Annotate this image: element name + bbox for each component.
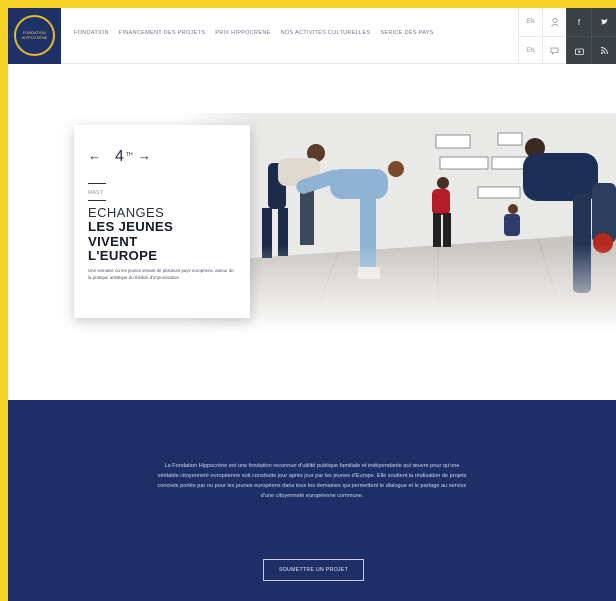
nav-item-fondation[interactable]: FONDATION (74, 30, 109, 36)
nav-item-pays[interactable]: SERICE DES PAYS (380, 30, 433, 36)
hero-description: Une semaine où les jeunes venant de plus… (88, 268, 234, 280)
hero-card: ← 4 TH → MAST ECHANGES LES JEUNES VIVENT … (74, 125, 250, 318)
hero-category: MAST (88, 190, 104, 196)
lang-switch-top[interactable]: EN (518, 8, 542, 36)
intro-text: La Fondation Hippocrène est une fondatio… (157, 463, 467, 499)
youtube-icon[interactable] (566, 36, 591, 64)
hero-pager: ← 4 TH → (88, 149, 151, 165)
nav-item-prix[interactable]: PRIX HIPPOCRÈNE (215, 30, 270, 36)
intro-section: La Fondation Hippocrène est une fondatio… (8, 400, 616, 601)
divider (88, 183, 106, 184)
nav-item-financement[interactable]: FINANCEMENT DES PROJETS (119, 30, 205, 36)
hero-number: 4 TH (115, 148, 133, 165)
nav-item-activites[interactable]: NOS ACTIVITÉS CULTURELLES (281, 30, 371, 36)
next-arrow-icon[interactable]: → (138, 149, 151, 163)
submit-project-button[interactable]: SOUMETTRE UN PROJET (263, 559, 364, 581)
prev-arrow-icon[interactable]: ← (88, 149, 101, 163)
hero-title-bold[interactable]: LES JEUNES VIVENT L'EUROPE (88, 219, 192, 264)
chat-icon[interactable] (542, 36, 566, 64)
hero-number-sup: TH (126, 152, 133, 158)
logo-ring: FONDATION HIPPOCRÈNE (14, 15, 55, 56)
page: FONDATION HIPPOCRÈNE FONDATION FINANCEME… (8, 8, 616, 601)
hero-title-light: ECHANGES (88, 205, 165, 220)
logo-text-line-2: HIPPOCRÈNE (21, 35, 48, 40)
facebook-icon[interactable]: f (566, 8, 591, 36)
logo[interactable]: FONDATION HIPPOCRÈNE (8, 8, 61, 64)
divider (88, 200, 106, 201)
user-icon[interactable] (542, 8, 566, 36)
rss-icon[interactable] (591, 36, 616, 64)
hero-number-value: 4 (115, 148, 124, 165)
site-header: FONDATION HIPPOCRÈNE FONDATION FINANCEME… (8, 8, 616, 64)
main-nav: FONDATION FINANCEMENT DES PROJETS PRIX H… (74, 30, 434, 36)
twitter-icon[interactable] (591, 8, 616, 36)
hero-section: ← 4 TH → MAST ECHANGES LES JEUNES VIVENT … (8, 65, 616, 400)
lang-switch-bottom[interactable]: EN (518, 36, 542, 64)
